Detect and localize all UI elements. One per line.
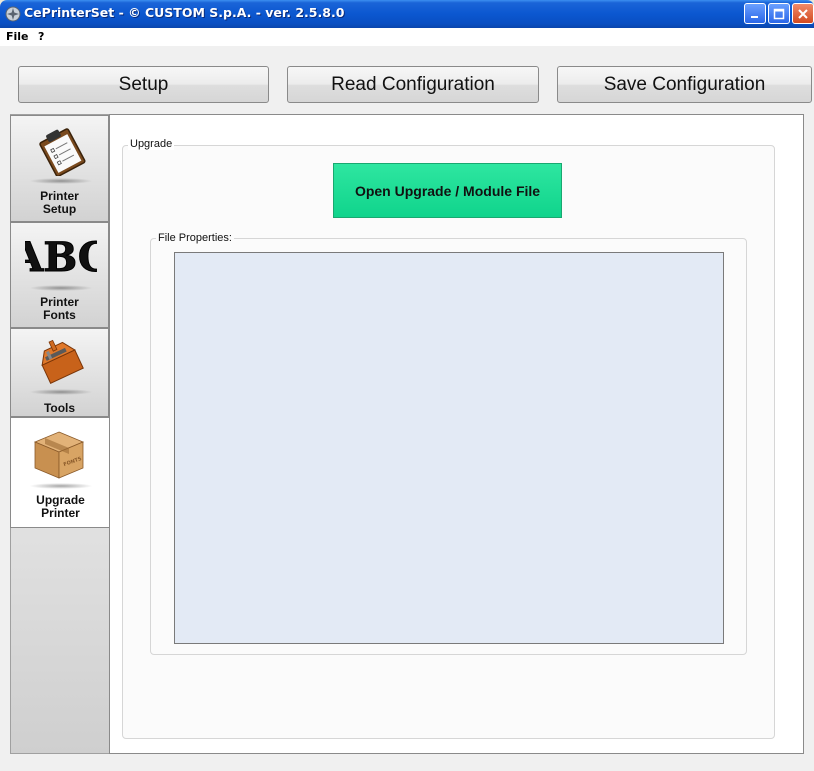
title-bar: CePrinterSet - © CUSTOM S.p.A. - ver. 2.… [0,0,814,28]
menu-help[interactable]: ? [38,30,44,43]
menu-file[interactable]: File [6,30,29,43]
clipboard-icon [39,128,86,176]
close-icon [798,8,808,19]
file-properties-title: File Properties: [156,232,234,244]
read-configuration-button[interactable]: Read Configuration [287,66,539,103]
minimize-button[interactable] [744,3,766,24]
open-upgrade-file-button[interactable]: Open Upgrade / Module File [333,163,562,218]
setup-button[interactable]: Setup [18,66,269,103]
toolbox-icon [41,339,84,384]
svg-text:ABC: ABC [25,234,97,281]
package-box-icon: FONTS [33,431,85,479]
minimize-icon [751,15,758,18]
menu-bar: File ? [0,28,814,46]
window-title: CePrinterSet - © CUSTOM S.p.A. - ver. 2.… [24,5,345,20]
tab-printer-setup[interactable]: Printer Setup [10,115,109,222]
tab-tools[interactable]: Tools [10,328,109,417]
tab-printer-fonts[interactable]: ABC Printer Fonts [10,222,109,328]
save-configuration-button[interactable]: Save Configuration [557,66,812,103]
maximize-icon [773,8,785,19]
close-button[interactable] [792,3,814,24]
tab-label-line1: Tools [43,401,76,415]
upgrade-group-title: Upgrade [128,138,175,150]
tab-label-line2: Setup [42,202,77,216]
abc-font-icon: ABC [25,234,97,282]
tab-upgrade-printer[interactable]: FONTS Upgrade Printer [10,417,110,528]
file-properties-box[interactable] [174,252,724,644]
maximize-button[interactable] [768,3,790,24]
tab-label-line2: Fonts [43,308,76,322]
app-icon [5,6,21,22]
tab-label-line2: Printer [41,506,80,520]
